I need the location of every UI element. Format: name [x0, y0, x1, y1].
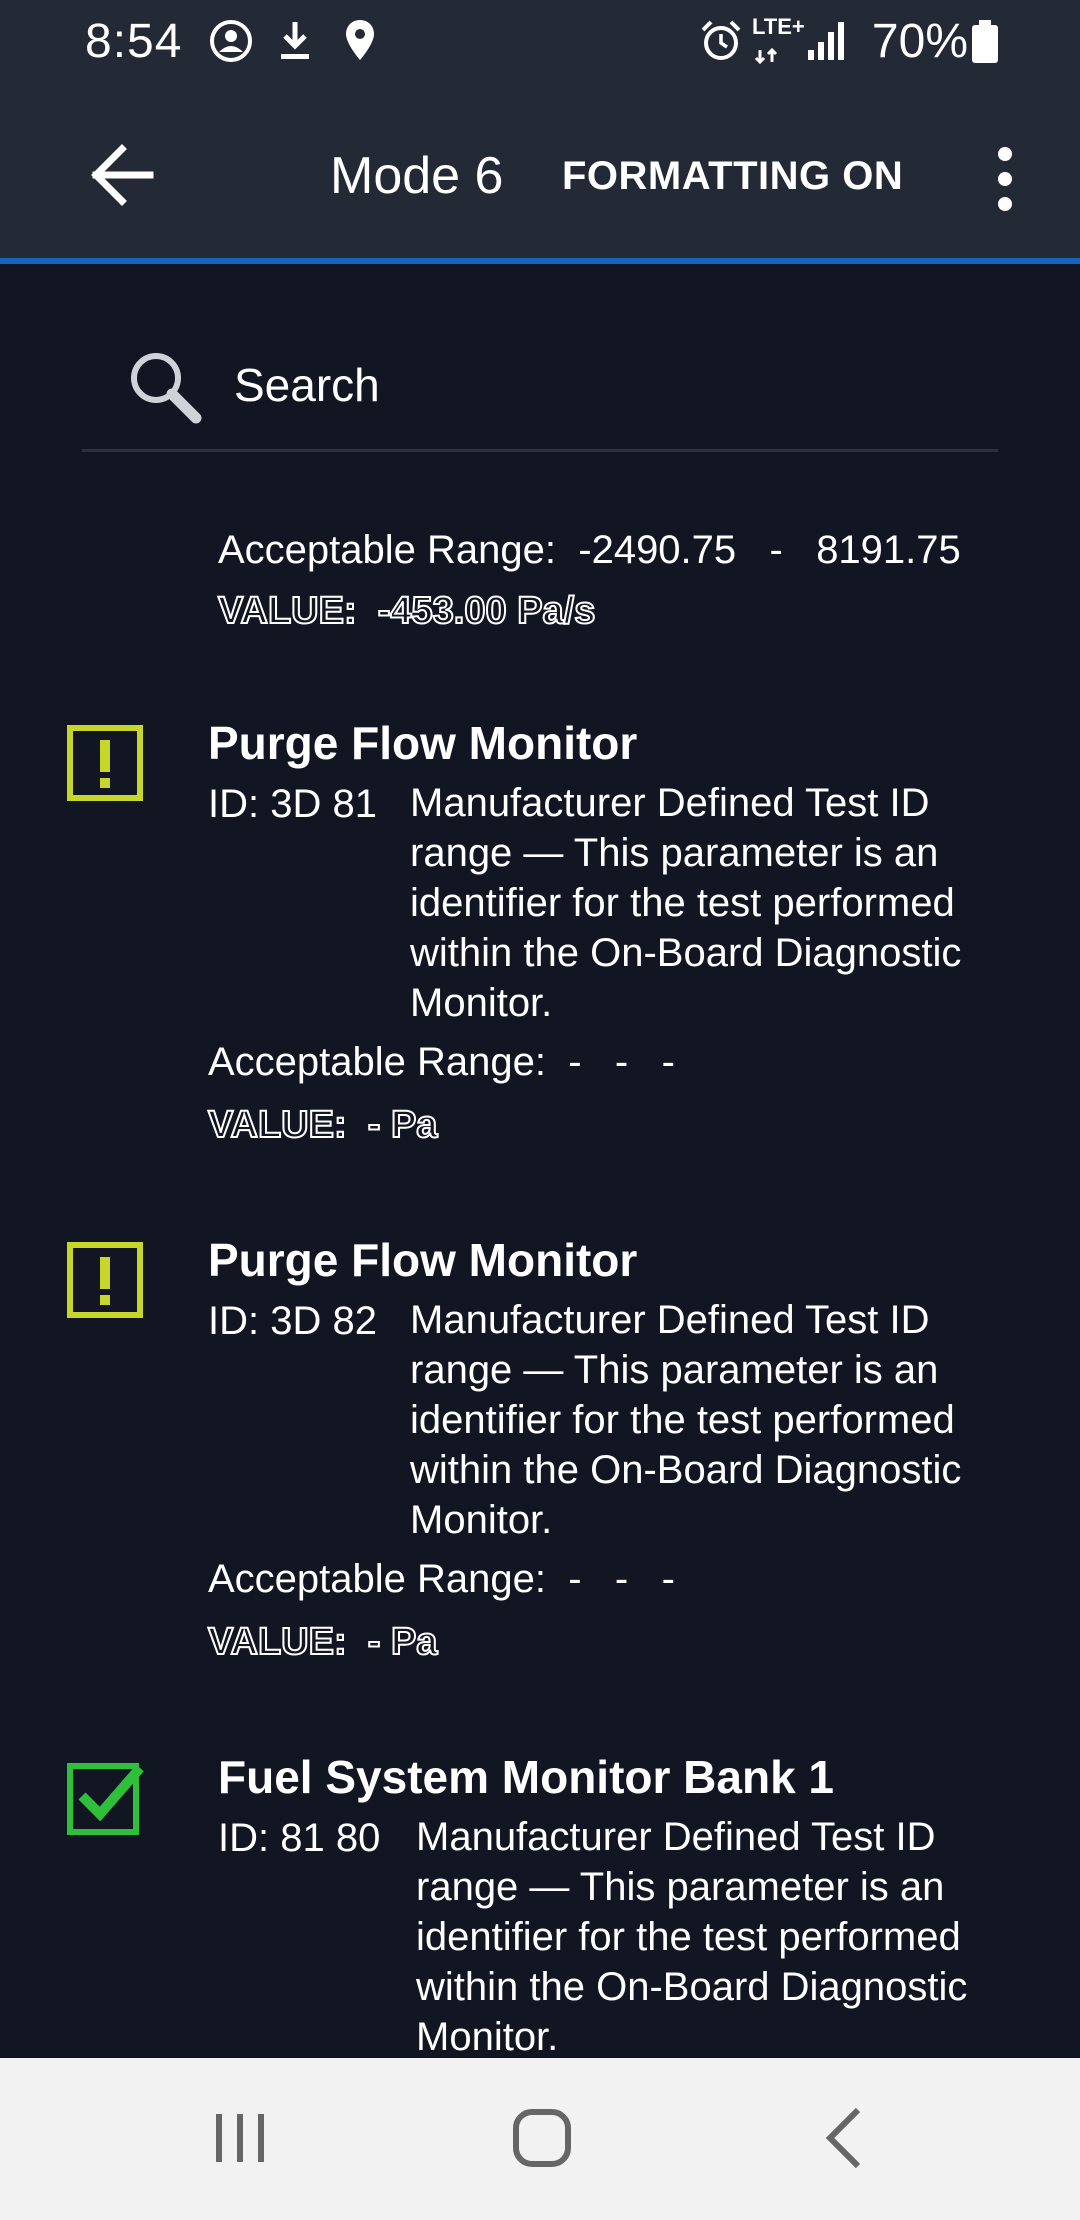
search-icon: [131, 353, 202, 424]
range-label: Acceptable Range:: [208, 1040, 547, 1084]
range-max: 8191.75: [816, 528, 961, 572]
value-row: VALUE: -453.00 Pa/s: [217, 589, 597, 633]
value-label: VALUE:: [217, 589, 358, 633]
id-label: ID:: [208, 1299, 260, 1343]
status-bar: 8:54 LTE+ 70%: [0, 0, 1080, 88]
alarm-icon: [701, 20, 741, 60]
check-box-icon: [67, 1763, 144, 1835]
search-input[interactable]: [234, 358, 934, 412]
item-id: ID: 3D 81: [208, 782, 377, 827]
app-bar: Mode 6 FORMATTING ON: [0, 88, 1080, 264]
system-nav-bar: [0, 2058, 1080, 2220]
acceptable-range: Acceptable Range: -2490.75 - 8191.75: [218, 528, 961, 573]
item-description: Manufacturer Defined Test ID range — Thi…: [416, 1815, 968, 2058]
battery-icon: [972, 20, 998, 63]
download-icon: [281, 22, 309, 59]
formatting-toggle-button[interactable]: FORMATTING ON: [562, 154, 903, 199]
id-value: 3D 82: [270, 1299, 377, 1343]
range-sep: -: [769, 528, 783, 572]
back-nav-icon[interactable]: [806, 2098, 886, 2178]
id-label: ID:: [218, 1816, 270, 1860]
range-min: -2490.75: [578, 528, 737, 572]
item-description: Manufacturer Defined Test ID range — Thi…: [410, 781, 962, 1025]
back-arrow-icon[interactable]: [88, 140, 158, 210]
page-title: Mode 6: [330, 147, 504, 205]
location-icon: [346, 20, 374, 60]
value-label: VALUE:: [207, 1103, 348, 1147]
warning-box-icon: [67, 1242, 143, 1318]
value-label: VALUE:: [207, 1620, 348, 1664]
more-vert-icon[interactable]: [985, 144, 1025, 214]
warning-box-icon: [67, 725, 143, 801]
item-title: Purge Flow Monitor: [208, 1234, 638, 1286]
item-title: Purge Flow Monitor: [208, 717, 638, 769]
range-text: - - -: [568, 1040, 675, 1084]
item-title: Fuel System Monitor Bank 1: [218, 1751, 835, 1803]
acceptable-range: Acceptable Range: - - -: [208, 1557, 675, 1602]
id-label: ID:: [208, 782, 260, 826]
recent-apps-icon[interactable]: [200, 2098, 280, 2178]
item-id: ID: 81 80: [218, 1816, 380, 1861]
id-value: 3D 81: [270, 782, 377, 826]
monitor-list: Acceptable Range: -2490.75 - 8191.75 VAL…: [0, 520, 1080, 2058]
screen: 8:54 LTE+ 70% Mode 6 FORMATTING ON Searc…: [0, 0, 1080, 2220]
value: -453.00 Pa/s: [377, 589, 597, 633]
status-time: 8:54: [85, 15, 183, 68]
value-row: VALUE: - Pa: [207, 1103, 439, 1147]
item-description: Manufacturer Defined Test ID range — Thi…: [410, 1298, 962, 1542]
home-icon[interactable]: [502, 2098, 582, 2178]
value: - Pa: [367, 1620, 439, 1664]
acceptable-range: Acceptable Range: - - -: [208, 1040, 675, 1085]
battery-percent: 70%: [871, 15, 968, 68]
item-id: ID: 3D 82: [208, 1299, 377, 1344]
account-icon: [210, 20, 252, 62]
search-bar[interactable]: [82, 330, 998, 452]
value: - Pa: [367, 1103, 439, 1147]
value-row: VALUE: - Pa: [207, 1620, 439, 1664]
id-value: 81 80: [280, 1816, 381, 1860]
network-type: LTE+: [752, 14, 805, 39]
range-label: Acceptable Range:: [208, 1557, 547, 1601]
range-text: - - -: [568, 1557, 675, 1601]
signal-icon: [808, 22, 844, 60]
range-label: Acceptable Range:: [218, 528, 557, 572]
